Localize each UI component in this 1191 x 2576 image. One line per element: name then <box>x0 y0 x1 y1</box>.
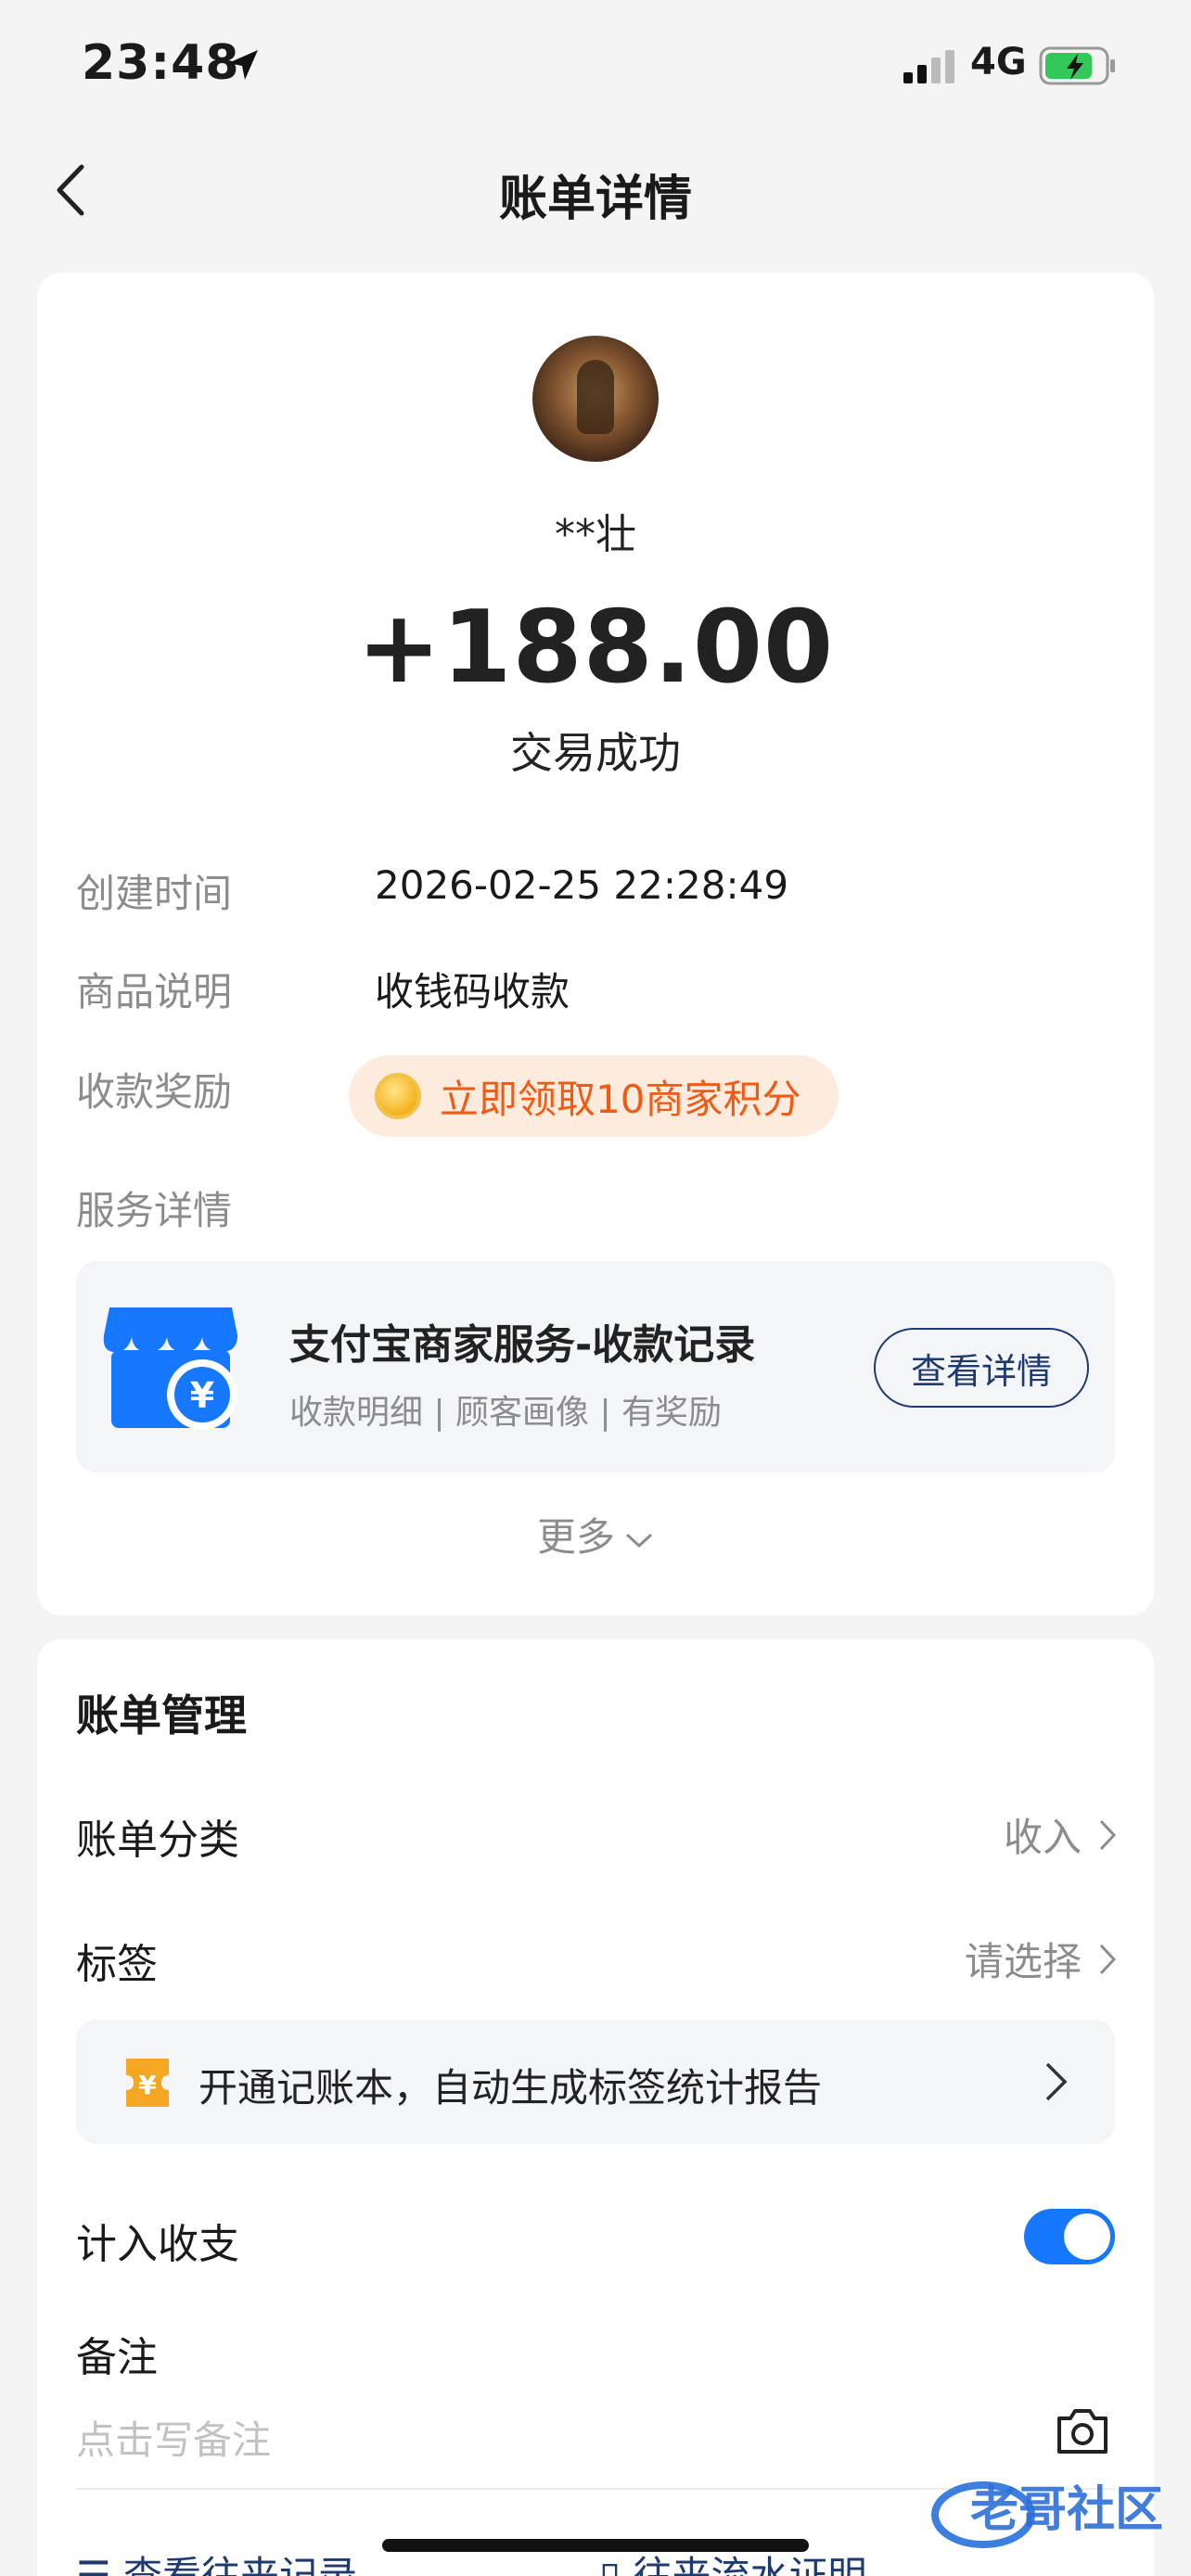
chevron-right-icon <box>1099 1819 1117 1850</box>
reward-text: 立即领取10商家积分 <box>440 1076 801 1122</box>
include-in-totals-label: 计入收支 <box>76 2221 239 2268</box>
include-in-totals-toggle[interactable] <box>1024 2209 1115 2264</box>
reward-claim-button[interactable]: 立即领取10商家积分 <box>349 1055 839 1137</box>
tag-selector[interactable]: 请选择 <box>965 1931 1117 1987</box>
item-description-label: 商品说明 <box>76 969 233 1014</box>
statement-proof-label: 往来流水证明 <box>633 2553 867 2576</box>
service-title: 支付宝商家服务-收款记录 <box>289 1321 756 1369</box>
created-time-value: 2026-02-25 22:28:49 <box>375 862 789 908</box>
payer-name: **壮 <box>555 511 636 558</box>
more-toggle[interactable]: 更多 <box>0 1506 1191 1562</box>
bill-category-label: 账单分类 <box>76 1817 239 1864</box>
status-time: 23:48 <box>82 35 240 91</box>
chevron-right-icon <box>1099 1944 1117 1974</box>
amount: +188.00 <box>356 590 835 706</box>
section-title: 账单管理 <box>76 1690 247 1741</box>
ticket-icon: ¥ <box>126 2059 169 2107</box>
view-history-link[interactable]: ☰ 查看往来记录 <box>76 2544 357 2576</box>
created-time-label: 创建时间 <box>76 871 233 916</box>
reward-label: 收款奖励 <box>76 1069 233 1115</box>
promo-text: 开通记账本，自动生成标签统计报告 <box>198 2065 823 2111</box>
service-details-label: 服务详情 <box>76 1188 233 1233</box>
item-description-value: 收钱码收款 <box>375 969 570 1014</box>
view-details-button[interactable]: 查看详情 <box>874 1328 1089 1408</box>
tag-value: 请选择 <box>964 1939 1082 1984</box>
watermark-logo: 老哥社区 <box>931 2481 1163 2548</box>
note-input[interactable]: 点击写备注 <box>76 2409 271 2466</box>
payer-avatar <box>532 336 659 462</box>
transaction-status: 交易成功 <box>510 728 681 778</box>
home-indicator <box>382 2539 809 2552</box>
svg-text:¥: ¥ <box>190 1375 214 1416</box>
network-label: 4G <box>970 41 1027 83</box>
shop-icon: ¥ <box>103 1307 237 1430</box>
chevron-down-icon <box>625 1533 653 1548</box>
chevron-right-icon <box>1045 2062 1068 2101</box>
svg-text:¥: ¥ <box>138 2070 157 2100</box>
page-title: 账单详情 <box>498 172 692 227</box>
signal-icon <box>903 50 954 83</box>
location-arrow-icon <box>228 50 258 80</box>
bill-category-value: 收入 <box>1003 1815 1082 1860</box>
service-subtitle: 收款明细 | 顾客画像 | 有奖励 <box>289 1394 723 1432</box>
note-label: 备注 <box>76 2334 158 2381</box>
more-label: 更多 <box>536 1514 615 1560</box>
camera-icon[interactable] <box>1054 2404 1111 2457</box>
document-icon: ▯ <box>599 2553 634 2576</box>
battery-icon <box>1039 46 1115 85</box>
coin-icon <box>375 1073 421 1119</box>
list-icon: ☰ <box>76 2553 124 2576</box>
view-history-label: 查看往来记录 <box>123 2553 358 2576</box>
svg-text:老哥社区: 老哥社区 <box>970 2482 1163 2538</box>
tag-label: 标签 <box>76 1941 158 1988</box>
bill-category-selector[interactable]: 收入 <box>1004 1806 1117 1863</box>
